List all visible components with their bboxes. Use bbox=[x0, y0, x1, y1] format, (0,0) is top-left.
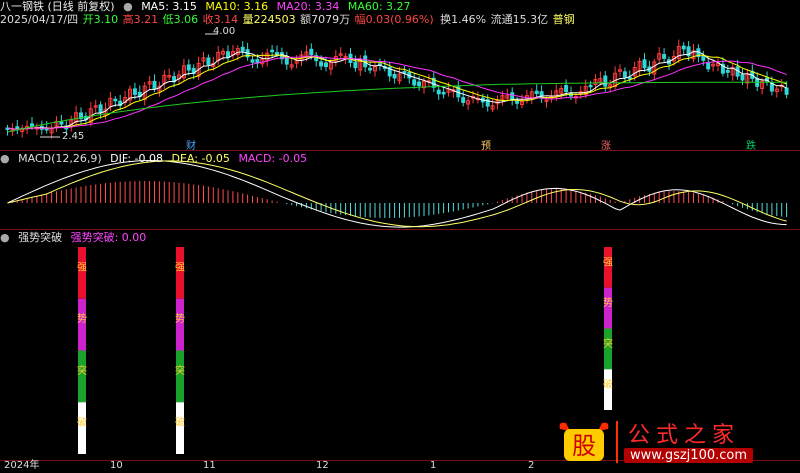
candle-body bbox=[250, 59, 255, 63]
candle-body bbox=[725, 69, 730, 73]
macd-settings-icon[interactable]: ● bbox=[0, 152, 10, 165]
candle-body bbox=[324, 62, 328, 68]
candle-body bbox=[368, 67, 373, 71]
candle-body bbox=[436, 89, 441, 95]
candle-body bbox=[627, 76, 632, 80]
watermark-icon-text: 股 bbox=[572, 432, 596, 460]
watermark-brand: 公式之家 bbox=[628, 423, 741, 448]
candle-body bbox=[642, 59, 647, 69]
candle-body bbox=[603, 75, 608, 87]
candle-body bbox=[740, 73, 745, 81]
candle-body bbox=[706, 62, 711, 70]
signal-bar-char: 势 bbox=[77, 312, 87, 325]
signal-bar-char: 强 bbox=[603, 256, 613, 268]
macd-value: MACD: -0.05 bbox=[238, 152, 308, 165]
candle-body bbox=[534, 90, 539, 95]
bull-icon: 股 bbox=[556, 419, 612, 465]
signal-bar-char: 突 bbox=[77, 364, 87, 377]
macd-histogram bbox=[11, 181, 788, 218]
dea-value: DEA: -0.05 bbox=[171, 152, 230, 165]
axis-label: 11 bbox=[203, 460, 216, 471]
dif-value: DIF: -0.08 bbox=[110, 152, 164, 165]
candle-body bbox=[622, 71, 627, 78]
candle-body bbox=[784, 87, 789, 95]
axis-label: 10 bbox=[110, 460, 123, 471]
axis-label: 2024年 bbox=[4, 460, 40, 471]
candle-body bbox=[206, 57, 211, 65]
dif-line bbox=[7, 159, 787, 228]
candle-body bbox=[152, 80, 157, 90]
low-price-label: 2.45 bbox=[62, 131, 85, 142]
signal-bars: 强势突破 强势突破 强势突破 bbox=[77, 247, 613, 454]
high-price-label: 4.00 bbox=[213, 26, 236, 37]
candle-body bbox=[564, 85, 569, 93]
candle-body bbox=[441, 91, 446, 95]
candle-body bbox=[417, 81, 422, 87]
signal-bar-char: 强 bbox=[175, 261, 185, 273]
signal-bar-char: 破 bbox=[175, 416, 185, 429]
panel-divider bbox=[0, 150, 800, 151]
candle-body bbox=[270, 49, 275, 53]
candle-body bbox=[412, 79, 417, 86]
watermark-url: www.gszj100.com bbox=[624, 448, 754, 463]
signal-bar-char: 破 bbox=[77, 416, 87, 429]
watermark-logo: 股 公式之家 www.gszj100.com bbox=[556, 417, 796, 469]
ma60-line bbox=[7, 81, 787, 133]
signal-label[interactable]: 强势突破 bbox=[18, 231, 62, 244]
candle-body bbox=[132, 88, 137, 95]
candle-body bbox=[59, 121, 64, 125]
candle-body bbox=[392, 73, 397, 79]
logo-divider bbox=[616, 421, 618, 463]
ma10-line bbox=[7, 54, 787, 130]
candle-body bbox=[113, 98, 118, 102]
axis-label: 2 bbox=[528, 460, 535, 471]
signal-bar-char: 突 bbox=[175, 364, 185, 377]
signal-settings-icon[interactable]: ● bbox=[0, 231, 10, 244]
candle-body bbox=[701, 55, 706, 61]
signal-bar-char: 强 bbox=[77, 261, 87, 273]
candle-body bbox=[588, 84, 593, 88]
candle-body bbox=[402, 70, 407, 74]
macd-label[interactable]: MACD(12,26,9) bbox=[18, 152, 102, 165]
candle-body bbox=[309, 48, 314, 56]
candle-body bbox=[319, 61, 324, 67]
signal-bar-char: 势 bbox=[603, 296, 613, 309]
panel-divider bbox=[0, 229, 800, 230]
ma20-line bbox=[7, 55, 787, 130]
signal-bar-char: 突 bbox=[603, 337, 613, 350]
candle-body bbox=[275, 52, 279, 55]
candle-body bbox=[226, 51, 230, 58]
candle-body bbox=[240, 46, 245, 52]
candle-body bbox=[515, 100, 520, 104]
axis-label: 1 bbox=[430, 460, 437, 471]
candle-body bbox=[186, 64, 191, 71]
axis-label: 12 bbox=[316, 460, 329, 471]
signal-bar-char: 破 bbox=[603, 378, 613, 391]
signal-header: ● 强势突破 强势突破: 0.00 bbox=[0, 231, 151, 245]
candle-body bbox=[98, 104, 103, 114]
candle-body bbox=[353, 61, 358, 69]
signal-value: 强势突破: 0.00 bbox=[70, 231, 147, 244]
signal-bar-char: 势 bbox=[175, 312, 185, 325]
dea-line bbox=[7, 160, 787, 228]
candle-body bbox=[662, 54, 667, 59]
candle-body bbox=[681, 45, 686, 50]
macd-header: ● MACD(12,26,9) DIF: -0.08 DEA: -0.05 MA… bbox=[0, 152, 312, 166]
candlestick-series bbox=[5, 39, 789, 139]
candle-body bbox=[461, 97, 466, 103]
candle-body bbox=[30, 123, 34, 127]
